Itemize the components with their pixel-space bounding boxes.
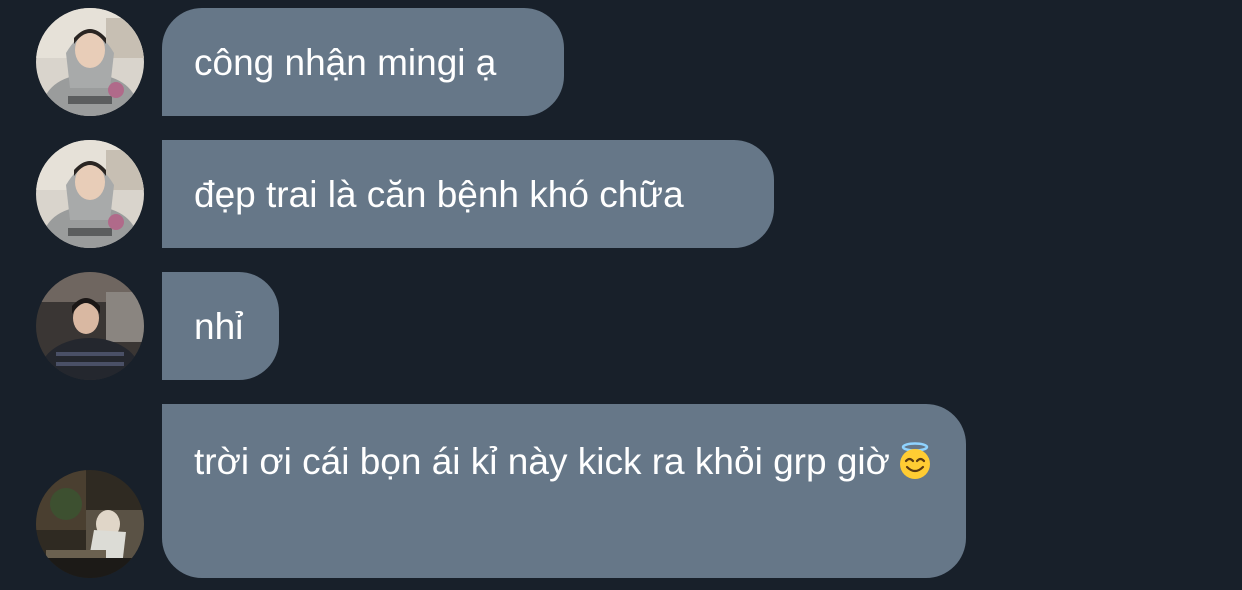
message-text: đẹp trai là căn bệnh khó chữa bbox=[194, 173, 684, 215]
message-text: nhỉ bbox=[194, 305, 244, 347]
avatar-sitting-image bbox=[36, 470, 144, 578]
avatar[interactable] bbox=[36, 272, 144, 380]
avatar[interactable] bbox=[36, 140, 144, 248]
avatar[interactable] bbox=[36, 470, 144, 578]
message-text: trời ơi cái bọn ái kỉ này kick ra khỏi g… bbox=[194, 441, 890, 482]
avatar-hoodie-image bbox=[36, 140, 144, 248]
avatar-dark-sweater-image bbox=[36, 272, 144, 380]
avatar[interactable] bbox=[36, 8, 144, 116]
smiling-face-with-halo-emoji bbox=[896, 438, 934, 479]
message-bubble[interactable]: trời ơi cái bọn ái kỉ này kick ra khỏi g… bbox=[162, 404, 966, 578]
message-text-block: trời ơi cái bọn ái kỉ này kick ra khỏi g… bbox=[194, 432, 934, 491]
message-bubble[interactable]: đẹp trai là căn bệnh khó chữa bbox=[162, 140, 774, 248]
message-bubble[interactable]: công nhận mingi ạ bbox=[162, 8, 564, 116]
message-bubble[interactable]: nhỉ bbox=[162, 272, 279, 380]
avatar-hoodie-image bbox=[36, 8, 144, 116]
message-text: công nhận mingi ạ bbox=[194, 41, 497, 83]
